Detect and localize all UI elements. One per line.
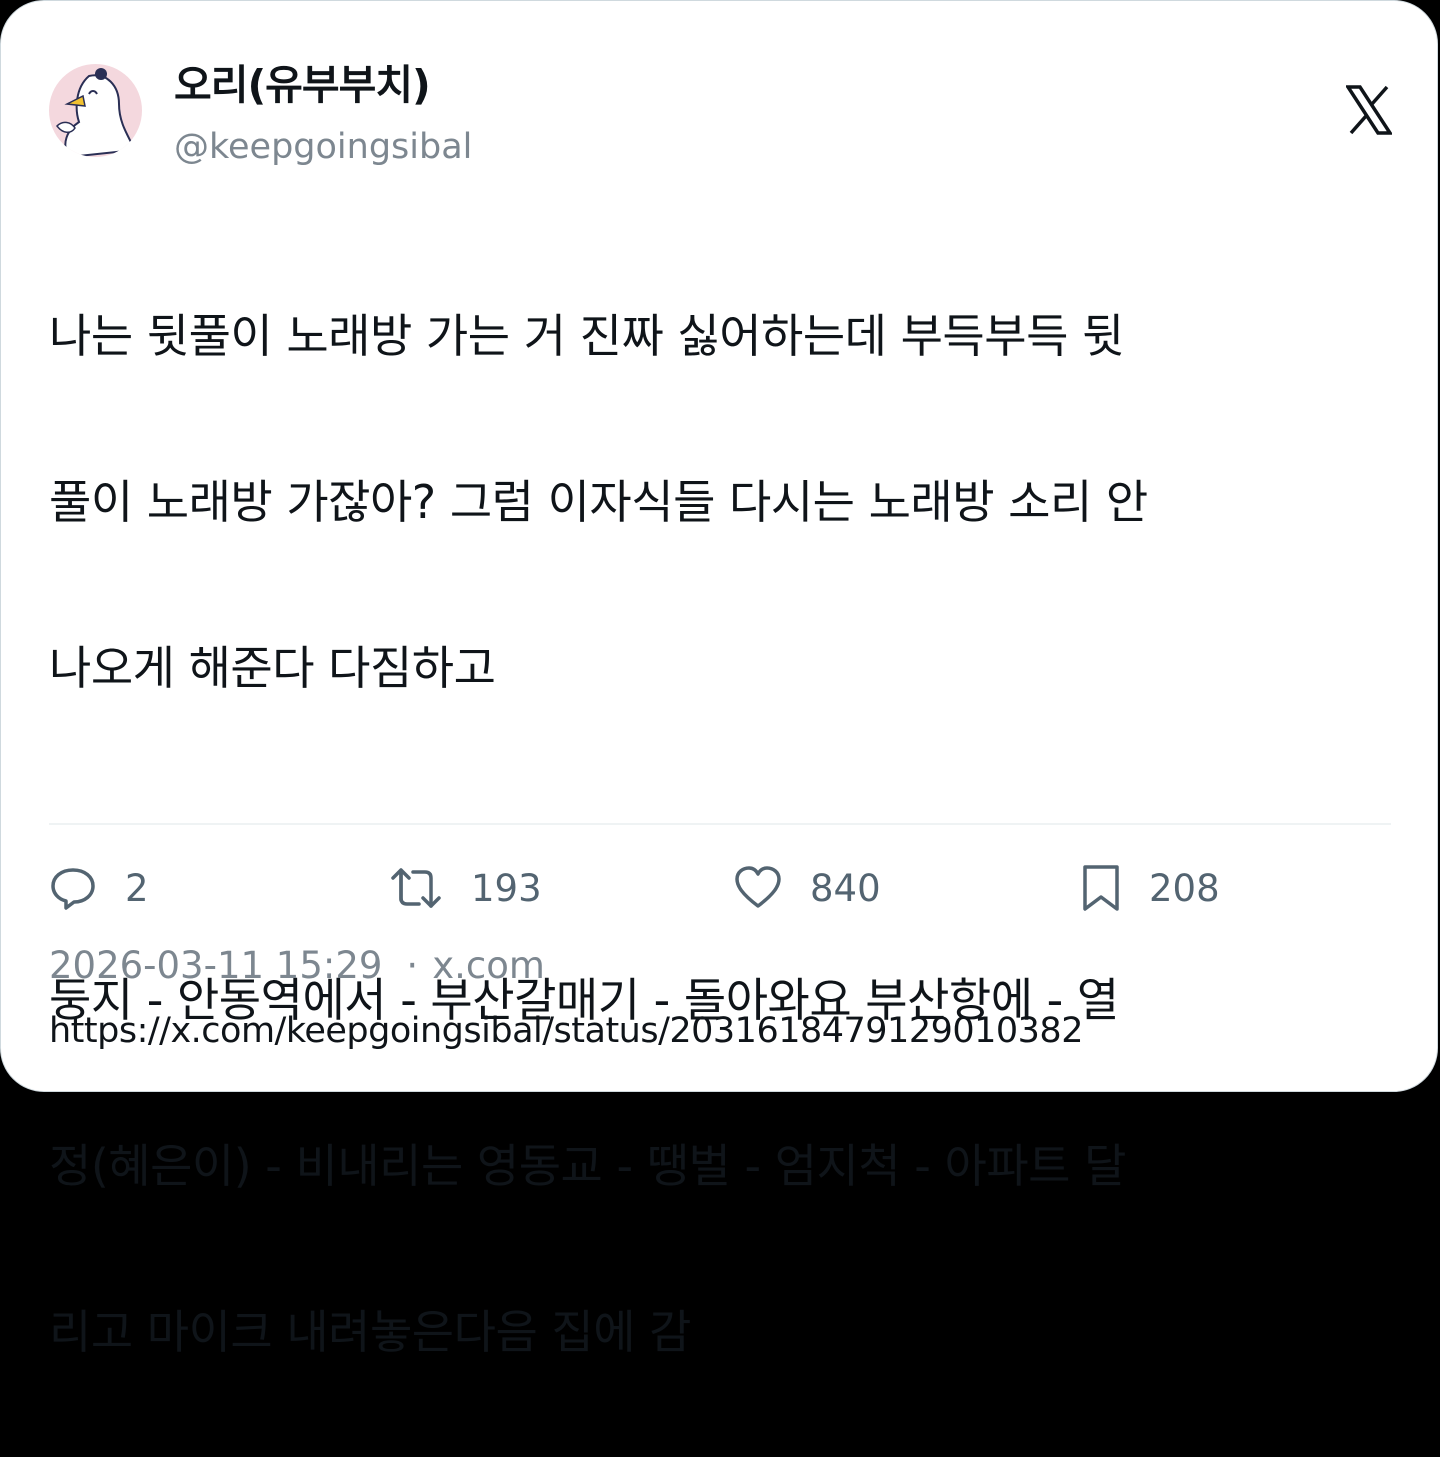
reply-count: 2 xyxy=(125,866,149,910)
tweet-text: 나는 뒷풀이 노래방 가는 거 진짜 싫어하는데 부득부득 뒷 풀이 노래방 가… xyxy=(49,212,1409,1457)
meta-separator: · xyxy=(406,944,419,987)
reply-icon xyxy=(51,868,95,910)
timestamp: 2026-03-11 15:29 xyxy=(49,944,383,987)
bookmark-icon xyxy=(1083,865,1119,911)
tweet-line: 나는 뒷풀이 노래방 가는 거 진짜 싫어하는데 부득부득 뒷 xyxy=(49,309,1124,363)
like-button[interactable]: 840 xyxy=(734,858,881,918)
tweet-line: 풀이 노래방 가잖아? 그럼 이자식들 다시는 노래방 소리 안 xyxy=(49,475,1148,529)
tweet-line: 나오게 해준다 다짐하고 xyxy=(49,641,496,695)
source-link[interactable]: x.com xyxy=(432,944,545,987)
duck-avatar-icon xyxy=(49,64,142,157)
tweet-url-link[interactable]: https://x.com/keepgoingsibal/status/2031… xyxy=(49,1007,1083,1055)
tweet-card: 오리(유부부치) @keepgoingsibal 나는 뒷풀이 노래방 가는 거… xyxy=(0,0,1438,1359)
heart-icon xyxy=(735,866,781,908)
retweet-button[interactable]: 193 xyxy=(389,858,542,918)
retweet-count: 193 xyxy=(471,866,542,910)
tweet-meta: 2026-03-11 15:29 · x.com xyxy=(49,941,545,991)
reply-button[interactable]: 2 xyxy=(49,858,149,918)
author-display-name[interactable]: 오리(유부부치) xyxy=(174,59,431,111)
tweet-line: 리고 마이크 내려놓은다음 집에 감 xyxy=(49,1305,691,1359)
like-count: 840 xyxy=(810,866,881,910)
tweet-line: 정(혜은이) - 비내리는 영동교 - 땡벌 - 엄지척 - 아파트 달 xyxy=(49,1139,1126,1193)
divider xyxy=(49,823,1391,825)
bookmark-count: 208 xyxy=(1149,866,1220,910)
author-handle[interactable]: @keepgoingsibal xyxy=(174,123,472,171)
author-avatar[interactable] xyxy=(49,64,142,157)
bookmark-button[interactable]: 208 xyxy=(1081,858,1220,918)
x-logo-icon[interactable] xyxy=(1344,85,1394,135)
retweet-icon xyxy=(391,868,441,908)
